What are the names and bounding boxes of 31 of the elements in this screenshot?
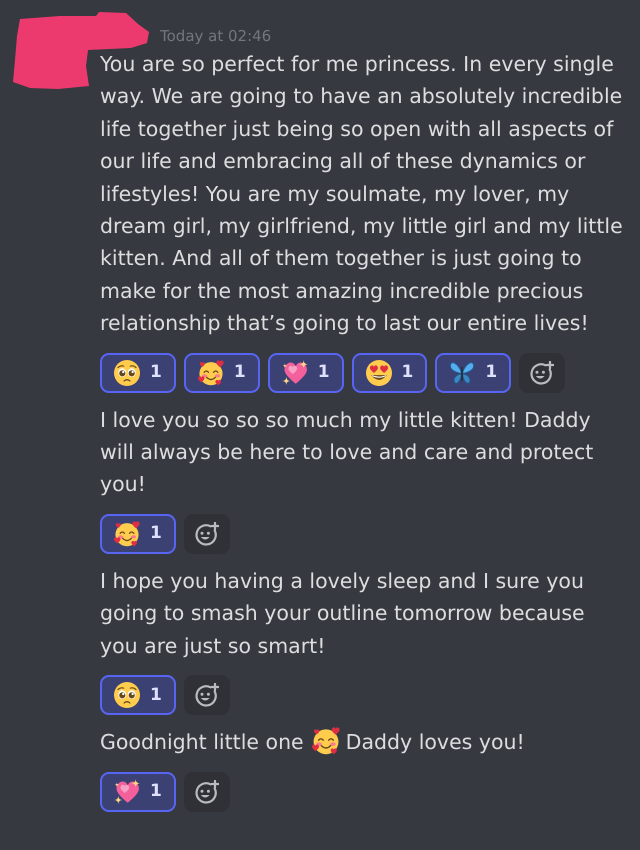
- pleading-face-icon: [114, 682, 140, 708]
- message-text: I love you so so so much my little kitten! Daddy will always be here to love and care and protect you!: [100, 408, 594, 496]
- butterfly-icon: [449, 360, 476, 386]
- add-reaction-button[interactable]: [184, 514, 230, 554]
- smiley-plus-icon: [530, 360, 554, 385]
- add-reaction-button[interactable]: [184, 675, 230, 716]
- add-reaction-button[interactable]: [519, 352, 566, 393]
- smiling-face-with-hearts-icon: [312, 727, 340, 756]
- smiley-plus-icon: [194, 683, 219, 708]
- pleading-face-icon: [114, 360, 140, 386]
- reaction-button[interactable]: 1: [100, 514, 176, 554]
- message-text: I hope you having a lovely sleep and I sure you going to smash your outline tomorrow because you are just so smart!: [100, 568, 585, 658]
- reaction-button[interactable]: 1: [100, 772, 176, 812]
- smiling-face-with-hearts-icon: [114, 520, 140, 547]
- reaction-button[interactable]: 1: [184, 352, 260, 393]
- message-text: Goodnight little one: [100, 730, 304, 754]
- smiling-face-with-hearts-icon: [198, 360, 224, 386]
- reaction-button[interactable]: 1: [352, 352, 428, 393]
- smiley-plus-icon: [194, 522, 219, 546]
- add-reaction-button[interactable]: [184, 772, 230, 812]
- reaction-button[interactable]: 1: [268, 352, 344, 393]
- sparkling-heart-icon: [114, 778, 140, 804]
- smiley-plus-icon: [194, 780, 219, 804]
- reaction-button[interactable]: 1: [435, 352, 512, 393]
- message-text: Daddy loves you!: [346, 730, 525, 754]
- message-text: You are so perfect for me princess. In every single way. We are going to have an absolutely incredible life together just being so open with all aspects of our life and embracing all of these dynamics or lifestyles! You are my soulmate, my lover, my dream girl, my girlfriend, my little girl and my little kitten. And all of them together is just going to make for the most amazing incredible precious relationship that’s going to last our entire lives!: [100, 52, 623, 336]
- reaction-button[interactable]: 1: [100, 675, 176, 716]
- sparkling-heart-icon: [282, 360, 308, 386]
- timestamp: Today at 02:46: [160, 26, 272, 47]
- heart-eyes-face-icon: [366, 360, 392, 386]
- reaction-button[interactable]: 1: [100, 352, 176, 393]
